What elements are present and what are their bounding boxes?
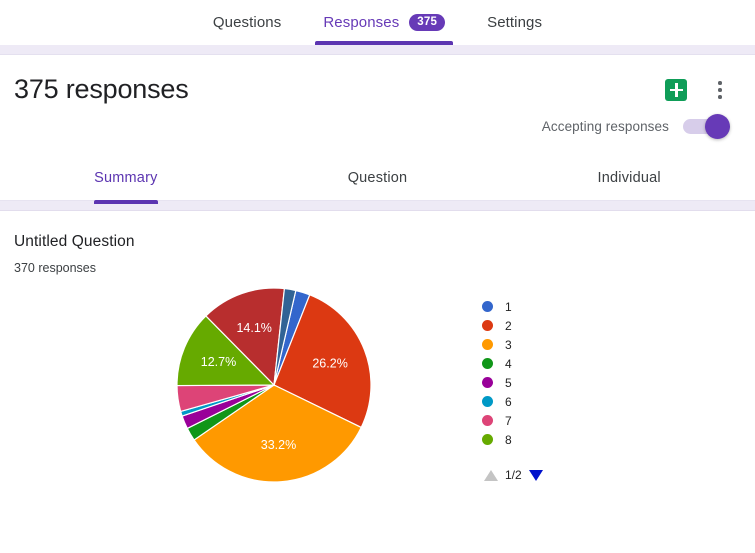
- legend-item[interactable]: 3: [482, 335, 612, 354]
- pie-chart-svg: 26.2% 33.2% 12.7% 14.1%: [176, 287, 372, 483]
- legend-label: 5: [505, 375, 512, 390]
- legend-item[interactable]: 8: [482, 430, 612, 449]
- subtab-question-label: Question: [347, 170, 408, 187]
- pie-chart: 26.2% 33.2% 12.7% 14.1%: [174, 285, 374, 485]
- kebab-dot: [718, 95, 722, 99]
- legend-pager: 1/2: [482, 468, 612, 482]
- question-summary-card: Untitled Question 370 responses 26.2% 33.…: [0, 211, 755, 500]
- legend-color-swatch: [482, 396, 493, 408]
- tab-responses-label: Responses: [323, 14, 400, 31]
- accepting-responses-row: Accepting responses: [0, 105, 755, 140]
- legend-label: 7: [505, 413, 512, 428]
- subtab-question[interactable]: Question: [252, 156, 504, 200]
- tab-settings-label: Settings: [487, 14, 543, 31]
- subtab-summary-label: Summary: [94, 170, 158, 187]
- responses-count-badge: 375: [409, 13, 446, 32]
- legend-label: 8: [505, 432, 512, 447]
- header-actions: [665, 73, 731, 101]
- subtab-individual[interactable]: Individual: [503, 156, 755, 200]
- tab-responses[interactable]: Responses 375: [315, 0, 453, 45]
- legend-color-swatch: [482, 434, 493, 446]
- tab-questions-label: Questions: [212, 14, 282, 31]
- subtab-summary[interactable]: Summary: [0, 156, 252, 200]
- triangle-up-icon[interactable]: [484, 469, 498, 481]
- legend-color-swatch: [482, 320, 493, 332]
- legend-label: 6: [505, 394, 512, 409]
- tab-questions[interactable]: Questions: [205, 0, 289, 45]
- legend-item[interactable]: 6: [482, 392, 612, 411]
- chart-legend: 1 2 3 4 5 6 7 8 1/2: [482, 297, 612, 482]
- question-title: Untitled Question: [14, 233, 135, 251]
- accepting-responses-toggle[interactable]: [683, 114, 730, 140]
- form-top-tabbar: Questions Responses 375 Settings: [0, 0, 755, 45]
- pie-slice-label: 12.7%: [201, 355, 236, 369]
- legend-color-swatch: [482, 358, 493, 370]
- pie-slice-group: [176, 287, 372, 483]
- chart-area: 26.2% 33.2% 12.7% 14.1% 1 2 3 4 5 6 7 8 1/2: [14, 285, 755, 500]
- top-divider-band: [0, 45, 755, 55]
- legend-item[interactable]: 4: [482, 354, 612, 373]
- triangle-down-icon[interactable]: [528, 469, 543, 481]
- legend-item[interactable]: 2: [482, 316, 612, 335]
- legend-color-swatch: [482, 339, 493, 351]
- question-response-count: 370 responses: [14, 261, 97, 276]
- legend-item[interactable]: 7: [482, 411, 612, 430]
- responses-subtabs: Summary Question Individual: [0, 156, 755, 200]
- accepting-responses-label: Accepting responses: [541, 119, 669, 135]
- pie-slice-label: 33.2%: [261, 438, 296, 452]
- legend-item[interactable]: 1: [482, 297, 612, 316]
- more-vert-icon[interactable]: [709, 79, 731, 101]
- legend-label: 3: [505, 337, 512, 352]
- legend-color-swatch: [482, 415, 493, 427]
- legend-color-swatch: [482, 377, 493, 389]
- legend-label: 1: [505, 299, 512, 314]
- responses-header: 375 responses: [0, 55, 755, 105]
- google-sheets-icon[interactable]: [665, 79, 687, 101]
- pie-slice-label: 14.1%: [236, 322, 271, 336]
- legend-page-indicator: 1/2: [505, 468, 522, 483]
- pie-slice-label: 26.2%: [312, 357, 347, 371]
- toggle-knob: [705, 114, 730, 140]
- tab-settings[interactable]: Settings: [479, 0, 550, 45]
- legend-color-swatch: [482, 301, 493, 313]
- response-count-title: 375 responses: [14, 74, 189, 104]
- subtab-individual-label: Individual: [597, 170, 661, 187]
- kebab-dot: [718, 88, 722, 92]
- kebab-dot: [718, 81, 722, 85]
- legend-items: 1 2 3 4 5 6 7 8: [482, 297, 612, 449]
- legend-label: 2: [505, 318, 512, 333]
- legend-item[interactable]: 5: [482, 373, 612, 392]
- legend-label: 4: [505, 356, 512, 371]
